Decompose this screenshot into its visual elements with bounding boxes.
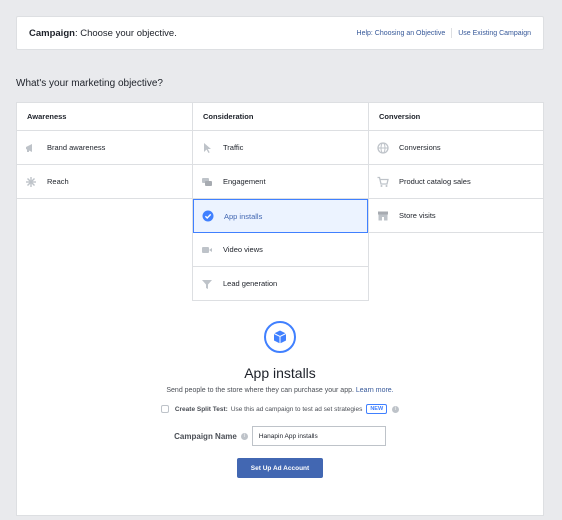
chat-bubbles-icon xyxy=(201,176,213,188)
objective-brand-awareness[interactable]: Brand awareness xyxy=(17,131,192,165)
objective-conversions[interactable]: Conversions xyxy=(369,131,543,165)
conversion-column: Conversion Conversions Product catalog s… xyxy=(369,103,543,301)
objective-video-views[interactable]: Video views xyxy=(193,233,368,267)
objective-detail: App installs Send people to the store wh… xyxy=(17,321,543,478)
objective-reach[interactable]: Reach xyxy=(17,165,192,199)
split-test-checkbox[interactable] xyxy=(160,405,169,413)
objective-label: Traffic xyxy=(223,143,244,152)
campaign-name-input[interactable] xyxy=(251,426,386,446)
store-icon xyxy=(377,210,389,222)
check-circle-icon xyxy=(202,210,214,222)
divider xyxy=(451,28,453,38)
info-icon[interactable]: i xyxy=(240,432,248,440)
objective-label: Reach xyxy=(47,177,69,186)
column-heading-conversion: Conversion xyxy=(369,103,543,131)
column-heading-consideration: Consideration xyxy=(193,103,368,131)
page-title: Campaign: Choose your objective. xyxy=(29,27,177,39)
objective-question: What's your marketing objective? xyxy=(16,78,163,89)
cursor-icon xyxy=(201,142,213,154)
objective-label: App installs xyxy=(224,211,263,221)
set-up-ad-account-button[interactable]: Set Up Ad Account xyxy=(237,458,323,478)
funnel-icon xyxy=(201,278,213,290)
objective-label: Lead generation xyxy=(223,279,278,288)
box-icon xyxy=(264,321,296,353)
help-choosing-objective-link[interactable]: Help: Choosing an Objective xyxy=(357,30,446,37)
megaphone-icon xyxy=(25,142,37,154)
objective-lead-generation[interactable]: Lead generation xyxy=(193,267,368,301)
objective-app-installs[interactable]: App installs xyxy=(193,199,368,233)
detail-description: Send people to the store where they can … xyxy=(166,387,394,394)
new-badge: NEW xyxy=(366,404,388,414)
objective-label: Engagement xyxy=(223,177,266,186)
detail-title: App installs xyxy=(244,365,316,381)
objective-panel: Awareness Brand awareness Reach Consider… xyxy=(16,102,544,516)
snowflake-icon xyxy=(25,176,37,188)
objective-grid: Awareness Brand awareness Reach Consider… xyxy=(17,103,543,301)
objective-label: Brand awareness xyxy=(47,143,106,152)
awareness-column: Awareness Brand awareness Reach xyxy=(17,103,193,301)
campaign-name-row: Campaign Name i xyxy=(17,426,543,446)
globe-icon xyxy=(377,141,389,154)
video-camera-icon xyxy=(201,244,213,256)
column-heading-awareness: Awareness xyxy=(17,103,192,131)
objective-label: Video views xyxy=(223,245,263,254)
info-icon[interactable]: i xyxy=(392,405,400,413)
consideration-column: Consideration Traffic Engagement App ins… xyxy=(193,103,369,301)
header-links: Help: Choosing an Objective Use Existing… xyxy=(357,28,531,38)
objective-engagement[interactable]: Engagement xyxy=(193,165,368,199)
split-test-label: Create Split Test: xyxy=(174,405,228,413)
objective-label: Conversions xyxy=(399,143,441,152)
split-test-row: Create Split Test: Use this ad campaign … xyxy=(17,404,543,414)
objective-traffic[interactable]: Traffic xyxy=(193,131,368,165)
objective-product-catalog-sales[interactable]: Product catalog sales xyxy=(369,165,543,199)
cart-icon xyxy=(377,176,389,188)
objective-store-visits[interactable]: Store visits xyxy=(369,199,543,233)
use-existing-campaign-link[interactable]: Use Existing Campaign xyxy=(458,30,531,37)
campaign-name-label: Campaign Name xyxy=(174,431,237,441)
campaign-header: Campaign: Choose your objective. Help: C… xyxy=(16,16,544,50)
objective-label: Store visits xyxy=(399,211,436,220)
objective-label: Product catalog sales xyxy=(399,177,471,186)
split-test-text: Use this ad campaign to test ad set stra… xyxy=(230,405,363,413)
learn-more-link[interactable]: Learn more. xyxy=(356,387,394,394)
